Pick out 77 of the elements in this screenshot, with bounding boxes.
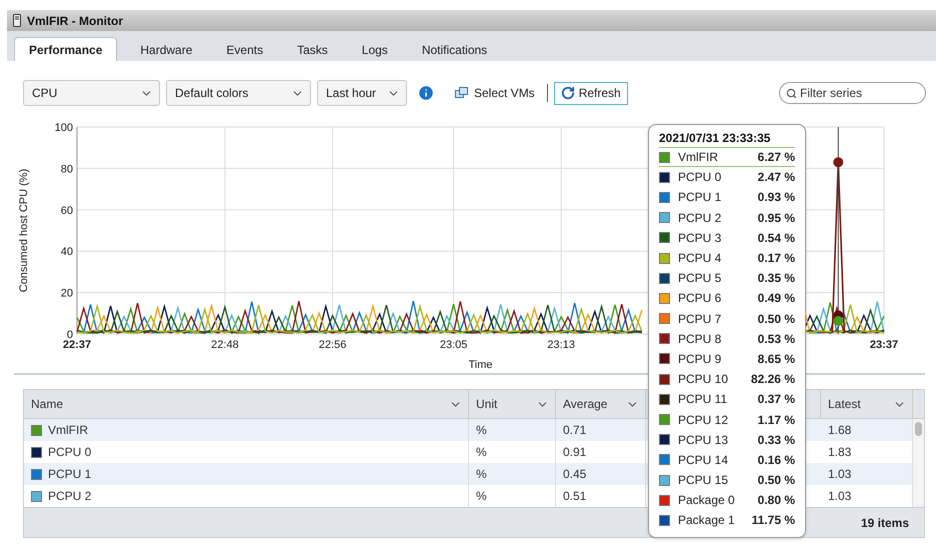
scrollbar-track[interactable] (913, 419, 924, 507)
series-name: PCPU 0 (678, 170, 722, 184)
info-icon[interactable] (417, 84, 435, 102)
series-value: 0.80 % (758, 493, 795, 508)
tab[interactable]: Notifications (404, 37, 504, 61)
select-vms-button[interactable]: Select VMs (449, 86, 541, 100)
series-value: 0.17 % (758, 251, 795, 266)
series-name: PCPU 14 (678, 452, 730, 467)
series-name: PCPU 3 (678, 230, 722, 245)
column-header[interactable]: Average (556, 390, 646, 418)
series-name: PCPU 7 (678, 312, 722, 326)
column-header[interactable]: Latest (821, 390, 913, 418)
series-name: VmlFIR (678, 150, 719, 164)
tab[interactable]: Hardware (123, 37, 210, 61)
dropdown[interactable]: CPU (23, 80, 160, 106)
series-name: PCPU 2 (678, 210, 722, 225)
server-icon (13, 14, 21, 27)
refresh-button[interactable]: Refresh (554, 82, 628, 104)
series-value: 0.35 % (758, 271, 795, 286)
series-value: 11.75 % (752, 513, 795, 528)
series-value: 8.65 % (758, 352, 795, 366)
series-value: 82.26 % (750, 372, 795, 386)
tab[interactable]: Logs (344, 37, 405, 61)
x-axis-title: Time (468, 359, 493, 371)
column-header[interactable]: Name (24, 390, 469, 418)
series-name: PCPU 5 (678, 271, 722, 286)
y-tick-label: 100 (54, 122, 73, 134)
dropdown[interactable]: Last hour (317, 80, 407, 106)
series-name: PCPU 6 (678, 291, 722, 306)
y-tick-label: 0 (66, 329, 73, 341)
tab[interactable]: Events (209, 37, 280, 61)
filter-field[interactable]: Filter series (779, 82, 926, 104)
series-value: 0.16 % (758, 452, 795, 467)
series-name: PCPU 4 (678, 251, 722, 266)
refresh-icon (560, 86, 575, 100)
series-value: 0.37 % (758, 392, 795, 406)
series-value: 0.95 % (758, 210, 795, 225)
y-tick-label: 40 (60, 246, 73, 258)
y-tick-label: 80 (60, 163, 73, 176)
series-name: PCPU 15 (678, 473, 730, 488)
series-name: PCPU 11 (678, 392, 728, 406)
x-tick-label: 22:56 (318, 339, 346, 351)
series-value: 0.93 % (758, 190, 795, 204)
series-value: 0.49 % (758, 291, 795, 306)
series-value: 0.50 % (758, 473, 795, 488)
x-tick-label: 23:05 (440, 339, 468, 351)
series-name: Package 1 (678, 513, 736, 528)
series-value: 2.47 % (758, 170, 795, 184)
series-name: PCPU 9 (678, 352, 722, 366)
x-tick-label: 23:13 (547, 339, 575, 351)
y-tick-label: 60 (60, 204, 73, 217)
scrollbar-thumb[interactable] (915, 422, 922, 436)
windows-icon (455, 86, 469, 100)
tooltip-title: 2021/07/31 23:33:35 (659, 131, 772, 145)
window-title: VmlFIR - Monitor (27, 14, 123, 28)
series-value: 0.53 % (758, 332, 795, 346)
search-icon (786, 88, 797, 98)
x-tick-label: 22:37 (62, 339, 92, 351)
x-tick-label: 22:48 (211, 339, 239, 351)
series-name: PCPU 10 (678, 372, 730, 386)
y-axis-title: Consumed host CPU (%) (18, 168, 30, 292)
series-name: PCPU 1 (678, 190, 722, 204)
column-header[interactable]: Unit (469, 390, 556, 418)
x-tick-label: 23:37 (870, 339, 898, 351)
y-tick-label: 20 (60, 288, 73, 300)
series-value: 0.33 % (758, 432, 795, 447)
series-value: 6.27 % (758, 150, 795, 164)
tab[interactable]: Performance (14, 37, 118, 61)
series-name: PCPU 12 (678, 412, 730, 427)
dropdown[interactable]: Default colors (166, 80, 311, 106)
series-name: PCPU 8 (678, 332, 722, 346)
series-name: PCPU 13 (678, 432, 730, 447)
series-name: Package 0 (678, 493, 736, 508)
series-value: 0.54 % (758, 230, 795, 245)
series-value: 0.50 % (758, 312, 795, 326)
tab[interactable]: Tasks (280, 37, 345, 61)
series-value: 1.17 % (758, 412, 795, 427)
